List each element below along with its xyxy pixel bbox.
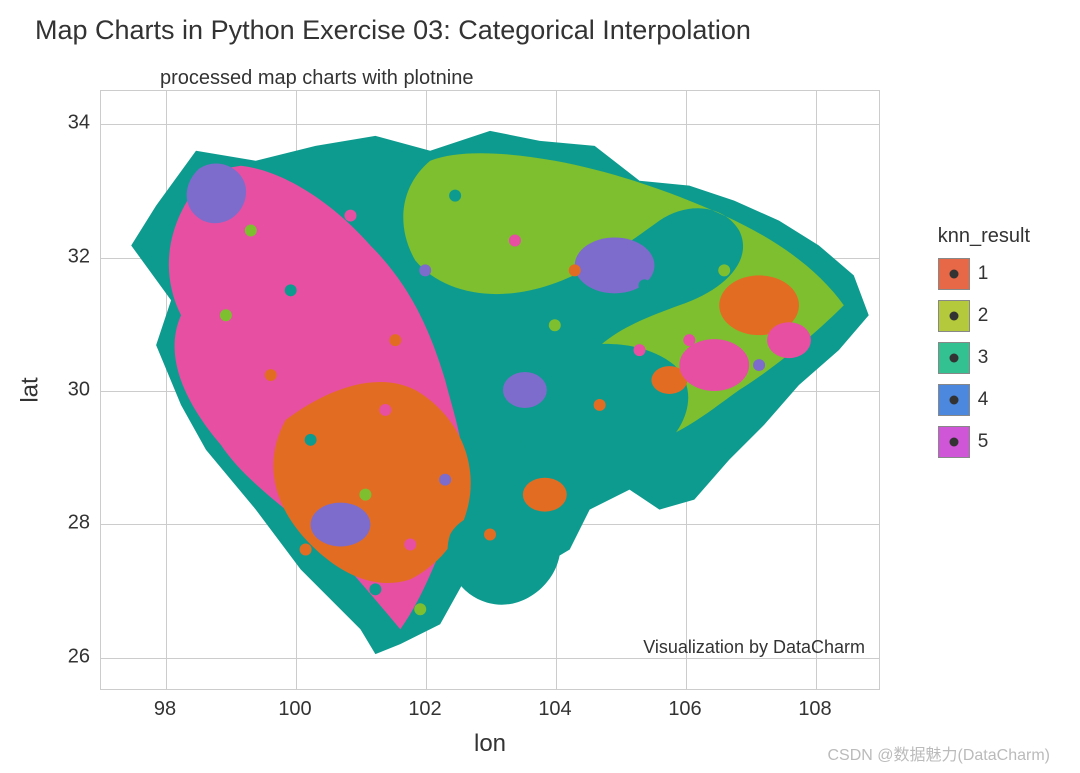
y-tick: 30: [50, 379, 90, 402]
legend-swatch: [938, 342, 970, 374]
plot-area: [100, 90, 880, 690]
legend-label: 5: [978, 431, 989, 453]
y-tick: 28: [50, 512, 90, 535]
x-tick: 98: [154, 698, 176, 721]
chart-subtitle: processed map charts with plotnine: [160, 67, 474, 90]
x-axis-label: lon: [474, 730, 506, 758]
y-tick: 26: [50, 646, 90, 669]
legend-swatch: [938, 426, 970, 458]
legend-title: knn_result: [938, 225, 1030, 248]
legend-swatch: [938, 384, 970, 416]
x-tick: 102: [408, 698, 441, 721]
watermark: CSDN @数据魅力(DataCharm): [828, 741, 1051, 765]
x-tick: 100: [278, 698, 311, 721]
legend-swatch: [938, 258, 970, 290]
legend-label: 3: [978, 347, 989, 369]
legend-item: 1: [938, 258, 1030, 290]
legend-item: 5: [938, 426, 1030, 458]
y-tick: 32: [50, 246, 90, 269]
legend-item: 4: [938, 384, 1030, 416]
annotation-text: Visualization by DataCharm: [643, 637, 865, 658]
legend-label: 1: [978, 263, 989, 285]
x-tick: 106: [668, 698, 701, 721]
legend: knn_result 1 2 3 4 5: [938, 225, 1030, 468]
chart-title: Map Charts in Python Exercise 03: Catego…: [35, 15, 751, 46]
legend-label: 2: [978, 305, 989, 327]
legend-label: 4: [978, 389, 989, 411]
y-tick: 34: [50, 112, 90, 135]
legend-swatch: [938, 300, 970, 332]
x-tick: 104: [538, 698, 571, 721]
x-tick: 108: [798, 698, 831, 721]
map-svg: [101, 91, 879, 689]
y-axis-label: lat: [17, 377, 45, 402]
legend-item: 3: [938, 342, 1030, 374]
legend-item: 2: [938, 300, 1030, 332]
